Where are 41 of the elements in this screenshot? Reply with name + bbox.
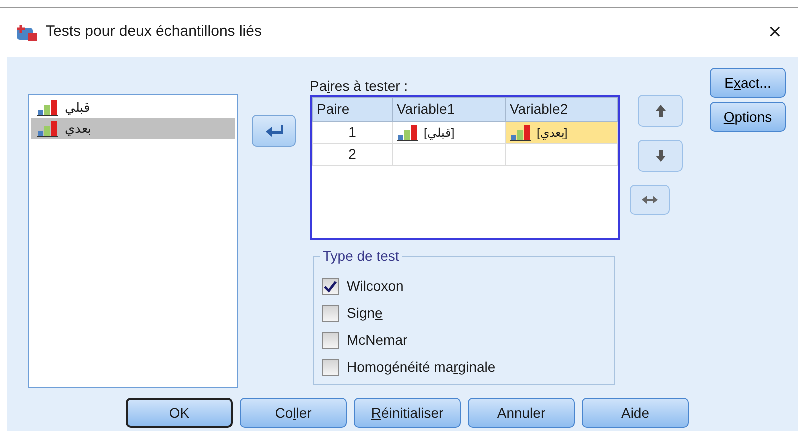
side-button[interactable]: Options bbox=[710, 102, 786, 132]
bar-chart-icon bbox=[397, 124, 419, 140]
variable-item[interactable]: قبلي bbox=[31, 97, 235, 118]
variable-name: بعدي bbox=[65, 120, 92, 138]
variable-cell[interactable]: [قبلي] bbox=[392, 122, 506, 144]
arrow-left-icon bbox=[265, 124, 283, 138]
dialog-button[interactable]: Annuler bbox=[468, 398, 575, 428]
checkbox[interactable] bbox=[322, 278, 339, 295]
bar-chart-icon bbox=[37, 100, 59, 116]
variable-item[interactable]: بعدي bbox=[31, 118, 235, 139]
swap-arrows-icon bbox=[641, 195, 659, 205]
bar-chart-icon bbox=[510, 124, 532, 140]
column-header: Variable1 bbox=[392, 98, 506, 122]
checkbox[interactable] bbox=[322, 332, 339, 349]
dialog-button[interactable]: Réinitialiser bbox=[354, 398, 461, 428]
variable-name: قبلي bbox=[65, 98, 90, 117]
close-button[interactable]: ✕ bbox=[764, 20, 786, 46]
arrow-down-icon bbox=[654, 149, 666, 163]
arrow-up-icon bbox=[654, 104, 666, 118]
pair-number-cell: 2 bbox=[312, 144, 392, 166]
option-label: Wilcoxon bbox=[347, 277, 404, 296]
dialog-button[interactable]: Aide bbox=[582, 398, 689, 428]
window-title: Tests pour deux échantillons liés bbox=[46, 22, 262, 42]
app-icon bbox=[16, 24, 38, 42]
variable-list[interactable]: قبلي بعدي bbox=[28, 94, 238, 388]
pair-number-cell: 1 bbox=[312, 122, 392, 144]
column-header: Paire bbox=[312, 98, 392, 122]
pairs-label: Paires à tester : bbox=[310, 79, 410, 94]
checkbox[interactable] bbox=[322, 359, 339, 376]
option-label: Homogénéité marginale bbox=[347, 358, 496, 377]
checkbox[interactable] bbox=[322, 305, 339, 322]
bar-chart-icon bbox=[37, 120, 59, 136]
variable-cell[interactable]: [بعدي] bbox=[506, 122, 618, 144]
option-label: McNemar bbox=[347, 331, 408, 350]
column-header: Variable2 bbox=[506, 98, 618, 122]
option-label: Signe bbox=[347, 304, 383, 323]
move-button[interactable] bbox=[252, 115, 296, 147]
group-title: Type de test bbox=[320, 248, 402, 264]
dialog-button[interactable]: Coller bbox=[240, 398, 347, 428]
side-button[interactable]: Exact... bbox=[710, 68, 786, 98]
dialog-button[interactable]: OK bbox=[126, 398, 233, 428]
